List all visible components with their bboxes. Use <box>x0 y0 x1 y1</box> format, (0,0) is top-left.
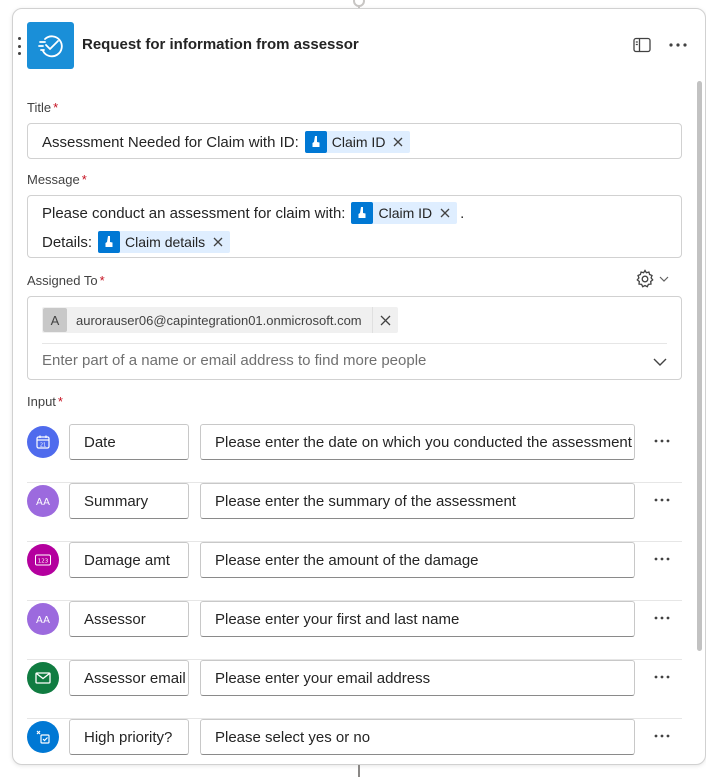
input-name-field[interactable]: High priority? <box>69 719 189 755</box>
svg-text:AA: AA <box>36 497 50 508</box>
remove-token-icon[interactable] <box>392 136 404 148</box>
connector-add-handle[interactable] <box>353 0 365 7</box>
input-name-field[interactable]: Date <box>69 424 189 460</box>
input-description-field[interactable]: Please enter the summary of the assessme… <box>200 483 635 519</box>
message-label: Message * <box>27 172 87 187</box>
row-more-options-button[interactable] <box>649 605 675 631</box>
row-more-options-button[interactable] <box>649 664 675 690</box>
more-icon <box>654 498 670 502</box>
input-description-field[interactable]: Please enter the amount of the damage <box>200 542 635 578</box>
claim-details-token[interactable]: Claim details <box>98 231 231 253</box>
svg-text:21: 21 <box>40 443 46 449</box>
input-row-assessor-email: Assessor email Please enter your email a… <box>27 660 682 719</box>
more-icon <box>654 675 670 679</box>
remove-assignee-button[interactable] <box>371 307 398 333</box>
assigned-to-field[interactable]: A aurorauser06@capintegration01.onmicros… <box>27 296 682 380</box>
title-label: Title * <box>27 100 59 115</box>
mail-icon <box>27 662 59 694</box>
message-line1-suffix: . <box>460 204 465 222</box>
remove-token-icon[interactable] <box>439 207 451 219</box>
input-description-field[interactable]: Please select yes or no <box>200 719 635 755</box>
svg-text:AA: AA <box>36 615 50 626</box>
input-row-damage-amt: 123 Damage amt Please enter the amount o… <box>27 542 682 601</box>
close-icon <box>380 315 391 325</box>
input-description-field[interactable]: Please enter the date on which you condu… <box>200 424 635 460</box>
chevron-down-icon <box>659 276 669 282</box>
gear-icon <box>636 269 654 288</box>
input-name-field[interactable]: Damage amt <box>69 542 189 578</box>
action-title: Request for information from assessor <box>82 36 359 53</box>
message-line2-text: Details: <box>42 233 93 251</box>
remove-token-icon[interactable] <box>212 236 224 248</box>
avatar: A <box>43 308 67 332</box>
title-field[interactable]: Assessment Needed for Claim with ID: Cla… <box>27 123 682 159</box>
more-icon <box>654 616 670 620</box>
message-field[interactable]: Please conduct an assessment for claim w… <box>27 195 682 258</box>
panel-toggle-button[interactable] <box>628 31 656 59</box>
svg-text:123: 123 <box>38 559 49 565</box>
more-icon <box>654 557 670 561</box>
action-card: Request for information from assessor Ti… <box>12 8 706 765</box>
input-name-field[interactable]: Assessor <box>69 601 189 637</box>
more-icon <box>669 43 687 47</box>
assignee-email: aurorauser06@capintegration01.onmicrosof… <box>76 312 362 328</box>
row-more-options-button[interactable] <box>649 428 675 454</box>
input-name-field[interactable]: Summary <box>69 483 189 519</box>
more-options-button[interactable] <box>664 31 692 59</box>
input-row-date: 21 Date Please enter the date on which y… <box>27 424 682 483</box>
message-line1-text: Please conduct an assessment for claim w… <box>42 204 346 222</box>
input-name-field[interactable]: Assessor email <box>69 660 189 696</box>
calendar-icon: 21 <box>27 426 59 458</box>
row-more-options-button[interactable] <box>649 487 675 513</box>
divider <box>42 343 667 344</box>
claim-id-token[interactable]: Claim ID <box>351 202 458 224</box>
text-icon: AA <box>27 603 59 635</box>
row-more-options-button[interactable] <box>649 546 675 572</box>
chevron-down-icon <box>653 358 667 366</box>
dynamic-content-icon <box>98 231 121 253</box>
assigned-to-label: Assigned To * <box>27 273 105 288</box>
vertical-scrollbar[interactable] <box>697 81 702 651</box>
approval-action-icon <box>27 22 74 69</box>
more-icon <box>654 439 670 443</box>
dynamic-content-icon <box>304 131 327 153</box>
input-description-field[interactable]: Please enter your email address <box>200 660 635 696</box>
assigned-to-settings-button[interactable] <box>635 269 669 289</box>
row-more-options-button[interactable] <box>649 723 675 749</box>
assignee-persona: A aurorauser06@capintegration01.onmicros… <box>42 307 398 333</box>
dynamic-content-icon <box>351 202 374 224</box>
text-icon: AA <box>27 485 59 517</box>
input-row-summary: AA Summary Please enter the summary of t… <box>27 483 682 542</box>
connector-line-bottom <box>358 765 360 777</box>
input-row-assessor: AA Assessor Please enter your first and … <box>27 601 682 660</box>
drag-handle[interactable] <box>18 37 22 55</box>
people-search-input[interactable]: Enter part of a name or email address to… <box>42 352 426 369</box>
input-row-high-priority: High priority? Please select yes or no <box>27 719 682 764</box>
number-icon: 123 <box>27 544 59 576</box>
title-prefix-text: Assessment Needed for Claim with ID: <box>42 133 299 151</box>
input-description-field[interactable]: Please enter your first and last name <box>200 601 635 637</box>
people-dropdown-button[interactable] <box>653 353 667 371</box>
claim-id-token[interactable]: Claim ID <box>304 131 411 153</box>
input-label: Input * <box>27 394 63 409</box>
more-icon <box>654 734 670 738</box>
yes-no-icon <box>27 721 59 753</box>
panel-icon <box>633 37 651 53</box>
